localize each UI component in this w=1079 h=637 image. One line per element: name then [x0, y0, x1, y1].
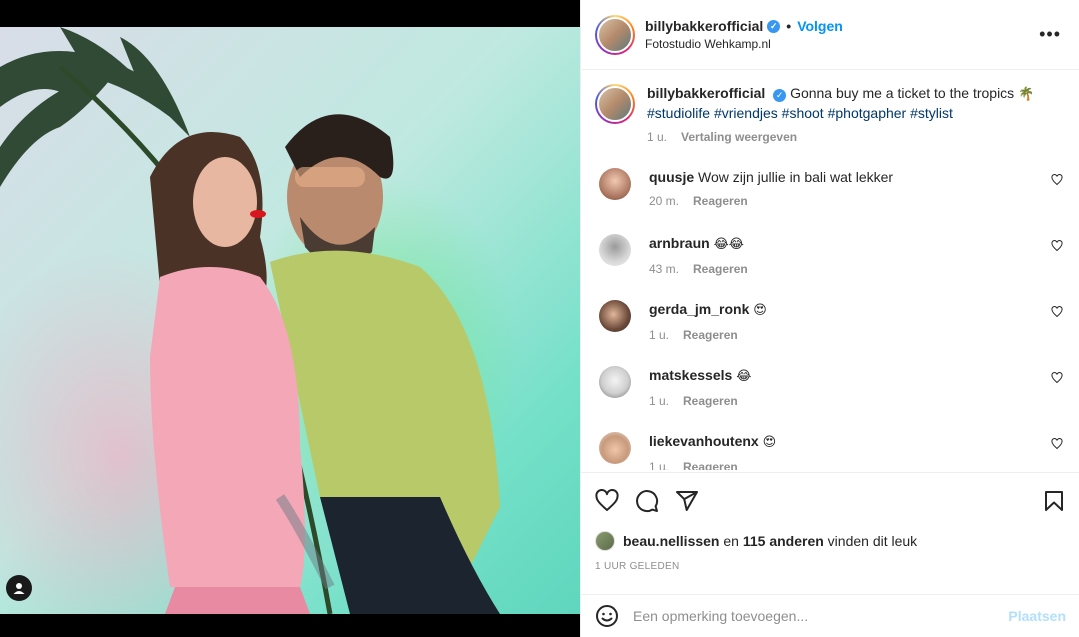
- post-side-panel: billybakkerofficial ✓ • Volgen Fotostudi…: [580, 0, 1079, 637]
- add-comment-bar: Plaatsen: [581, 594, 1079, 637]
- caption-emoji: 🌴: [1018, 87, 1035, 102]
- hashtag-link[interactable]: #stylist: [910, 105, 953, 121]
- comment-like-heart-icon[interactable]: [1051, 372, 1063, 384]
- post-actions: beau.nellissen en 115 anderen vinden dit…: [581, 472, 1079, 572]
- comment-item: matskessels 😂 1 u. Reageren: [595, 366, 1065, 410]
- comment-like-heart-icon[interactable]: [1051, 174, 1063, 186]
- bookmark-icon[interactable]: [1042, 489, 1066, 513]
- comment-icon[interactable]: [635, 489, 659, 513]
- comment-item: arnbraun 😂😂 43 m. Reageren: [595, 234, 1065, 278]
- comment-text: 😍: [753, 303, 767, 318]
- post-dialog: billybakkerofficial ✓ • Volgen Fotostudi…: [0, 0, 1079, 637]
- liker-avatar[interactable]: [595, 531, 615, 551]
- likes-others-count[interactable]: 115 anderen: [743, 533, 824, 549]
- author-avatar[interactable]: [595, 14, 635, 55]
- comment-time[interactable]: 1 u.: [649, 458, 669, 470]
- header-separator: •: [786, 18, 792, 34]
- comment-like-heart-icon[interactable]: [1051, 438, 1063, 450]
- reply-button[interactable]: Reageren: [683, 458, 738, 470]
- verified-badge-icon: ✓: [767, 19, 781, 33]
- comment-time[interactable]: 1 u.: [649, 392, 669, 410]
- comment-item: gerda_jm_ronk 😍 1 u. Reageren: [595, 300, 1065, 344]
- post-timestamp[interactable]: 1 UUR GELEDEN: [595, 561, 1066, 572]
- user-tag-icon[interactable]: [6, 575, 32, 601]
- comment-item: liekevanhoutenx 😍 1 u. Reageren: [595, 432, 1065, 470]
- comment-like-heart-icon[interactable]: [1051, 306, 1063, 318]
- reply-button[interactable]: Reageren: [683, 392, 738, 410]
- photo-illustration: [0, 27, 500, 614]
- liker-username[interactable]: beau.nellissen: [623, 533, 719, 549]
- hashtag-link[interactable]: #vriendjes: [714, 105, 778, 121]
- caption-username[interactable]: billybakkerofficial: [647, 85, 765, 101]
- commenter-avatar[interactable]: [599, 168, 631, 200]
- hashtag-link[interactable]: #photgapher: [828, 105, 907, 121]
- comment-username[interactable]: liekevanhoutenx: [649, 433, 759, 449]
- comment-text: 😂: [736, 369, 752, 384]
- comment-username[interactable]: gerda_jm_ronk: [649, 301, 749, 317]
- commenter-avatar[interactable]: [599, 234, 631, 266]
- author-username[interactable]: billybakkerofficial: [645, 18, 763, 34]
- commenter-avatar[interactable]: [599, 366, 631, 398]
- likes-conjunction: en: [723, 533, 739, 549]
- emoji-icon[interactable]: [595, 604, 619, 628]
- comment-time[interactable]: 43 m.: [649, 260, 679, 278]
- hashtag-link[interactable]: #studiolife: [647, 105, 710, 121]
- comment-text: Wow zijn jullie in bali wat lekker: [698, 169, 894, 185]
- post-photo[interactable]: [0, 27, 580, 614]
- comment-time[interactable]: 20 m.: [649, 192, 679, 210]
- likes-suffix: vinden dit leuk: [827, 533, 918, 549]
- follow-button[interactable]: Volgen: [797, 18, 843, 34]
- likes-summary[interactable]: beau.nellissen en 115 anderen vinden dit…: [595, 531, 1066, 551]
- comment-text: 😂😂: [713, 237, 744, 252]
- hashtag-link[interactable]: #shoot: [782, 105, 824, 121]
- comment-username[interactable]: quusje: [649, 169, 694, 185]
- commenter-avatar[interactable]: [599, 432, 631, 464]
- post-header: billybakkerofficial ✓ • Volgen Fotostudi…: [581, 0, 1079, 70]
- comment-input[interactable]: [633, 608, 1009, 624]
- comment-username[interactable]: arnbraun: [649, 235, 710, 251]
- post-location[interactable]: Fotostudio Wehkamp.nl: [645, 37, 1035, 51]
- post-comment-button[interactable]: Plaatsen: [1008, 608, 1066, 624]
- caption-avatar[interactable]: [595, 84, 635, 124]
- comment-text: 😍: [762, 435, 777, 450]
- verified-badge-icon: ✓: [773, 88, 787, 102]
- comment-item: quusje Wow zijn jullie in bali wat lekke…: [595, 168, 1065, 212]
- post-caption: billybakkerofficial ✓ Gonna buy me a tic…: [595, 84, 1065, 146]
- reply-button[interactable]: Reageren: [683, 326, 738, 344]
- caption-text: Gonna buy me a ticket to the tropics: [790, 85, 1015, 101]
- reply-button[interactable]: Reageren: [693, 192, 748, 210]
- comment-username[interactable]: matskessels: [649, 367, 732, 383]
- commenter-avatar[interactable]: [599, 300, 631, 332]
- post-media[interactable]: [0, 0, 580, 637]
- caption-time[interactable]: 1 u.: [647, 128, 667, 146]
- comment-time[interactable]: 1 u.: [649, 326, 669, 344]
- reply-button[interactable]: Reageren: [693, 260, 748, 278]
- share-icon[interactable]: [675, 489, 699, 513]
- translate-button[interactable]: Vertaling weergeven: [681, 128, 797, 146]
- comments-list[interactable]: billybakkerofficial ✓ Gonna buy me a tic…: [581, 70, 1079, 470]
- comment-like-heart-icon[interactable]: [1051, 240, 1063, 252]
- heart-icon[interactable]: [595, 489, 619, 513]
- more-options-icon[interactable]: •••: [1035, 20, 1065, 49]
